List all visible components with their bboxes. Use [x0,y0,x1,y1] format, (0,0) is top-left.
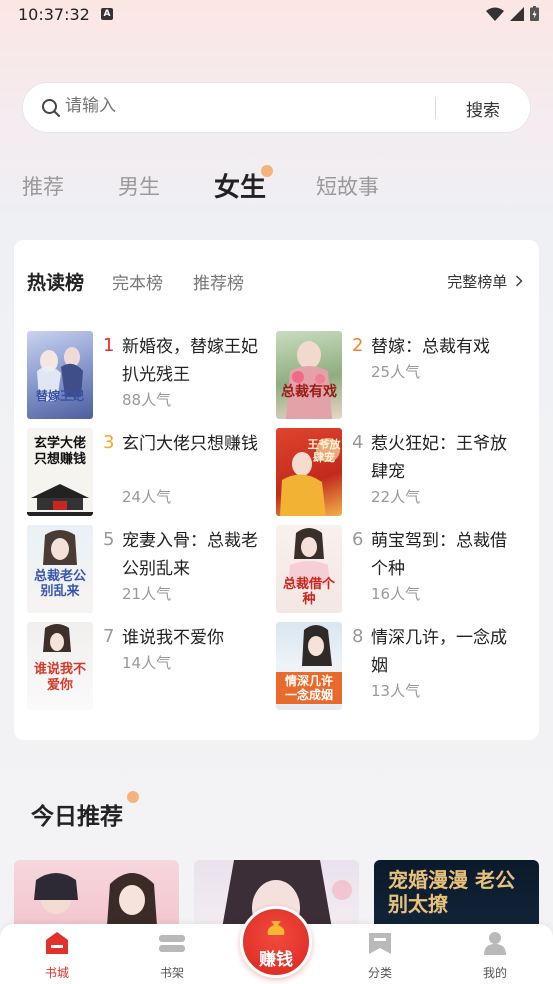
book-cover: 情深几许一念成姻 [276,622,342,710]
book-title: 惹火狂妃：王爷放肆宠 [371,434,507,482]
book-cover: 谁说我不爱你 [27,622,93,710]
cover-title: 替嫁王妃 [35,389,84,403]
book-title: 新婚夜，替嫁王妃扒光残王 [122,337,258,385]
book-item-1[interactable]: 替嫁王妃 1 新婚夜，替嫁王妃扒光残王 88人气 [27,331,272,421]
rank-number: 8 [352,626,364,647]
search-divider [435,97,436,119]
book-popularity: 88人气 [122,391,172,409]
rank-tab-recommended[interactable]: 推荐榜 [193,269,244,294]
book-title: 情深几许，一念成姻 [371,628,507,676]
status-bar: 10:37:32 A [0,0,553,30]
tab-female[interactable]: 女生 [214,167,266,204]
rank-tab-completed[interactable]: 完本榜 [112,269,163,294]
book-popularity: 25人气 [371,363,421,381]
status-time: 10:37:32 [18,5,90,24]
book-popularity: 13人气 [371,682,421,700]
today-title-dot [127,791,139,803]
book-title: 萌宝驾到：总裁借个种 [371,531,507,579]
today-section-title: 今日推荐 [31,804,123,830]
ranking-card: 热读榜 完本榜 推荐榜 完整榜单 替嫁王妃 1 新婚夜，替嫁王妃扒光残王 88人… [14,240,539,740]
cover-title: 玄学大佬只想赚钱 [33,436,86,467]
book-title: 宠妻入骨：总裁老公别乱来 [122,531,258,579]
category-icon [369,933,391,954]
nav-label: 我的 [482,966,507,980]
nav-category[interactable]: 分类 [350,930,410,981]
rank-number: 1 [103,335,115,356]
nav-profile[interactable]: 我的 [465,930,525,981]
search-button[interactable]: 搜索 [453,96,513,121]
nav-bookstore[interactable]: 书城 [27,930,87,981]
cover-title: 宠婚漫漫 老公别太撩 [388,868,515,916]
rank-number: 2 [352,335,364,356]
money-bag-icon [267,921,285,935]
notification-icon: A [101,8,113,20]
earn-label: 赚钱 [259,950,293,970]
book-cover: 总裁有戏 [276,331,342,419]
book-popularity: 21人气 [122,585,172,603]
nav-label: 书城 [44,966,69,980]
book-item-8[interactable]: 情深几许一念成姻 8 情深几许，一念成姻 13人气 [276,622,521,712]
chevron-right-icon [515,275,523,287]
book-cover: 总裁借个种 [276,525,342,613]
book-cover: 替嫁王妃 [27,331,93,419]
book-item-5[interactable]: 总裁老公别乱来 5 宠妻入骨：总裁老公别乱来 21人气 [27,525,272,615]
profile-icon [484,932,506,955]
category-tabs: 推荐 男生 女生 短故事 [0,165,553,205]
nav-label: 书架 [159,966,184,980]
cover-title: 总裁老公别乱来 [33,569,86,599]
full-list-label: 完整榜单 [447,273,508,291]
nav-bookshelf[interactable]: 书架 [142,930,202,981]
earn-money-button[interactable]: 赚钱 [240,906,312,978]
book-item-7[interactable]: 谁说我不爱你 7 谁说我不爱你 14人气 [27,622,272,712]
book-popularity: 16人气 [371,585,421,603]
cover-title: 总裁借个种 [282,577,335,607]
cover-title: 情深几许一念成姻 [276,672,342,704]
rank-number: 6 [352,529,364,550]
cover-title: 谁说我不爱你 [33,662,86,693]
battery-icon [530,6,539,21]
book-title: 玄门大佬只想赚钱 [122,434,258,454]
book-item-3[interactable]: 玄学大佬只想赚钱 3 玄门大佬只想赚钱 24人气 [27,428,272,518]
tab-active-dot [261,165,273,177]
nav-label: 分类 [367,966,392,980]
book-cover: 王爷放肆宠 [276,428,342,516]
tab-short-story[interactable]: 短故事 [316,171,379,201]
search-icon [42,99,60,117]
signal-icon [510,6,524,21]
book-item-6[interactable]: 总裁借个种 6 萌宝驾到：总裁借个种 16人气 [276,525,521,615]
book-popularity: 22人气 [371,488,421,506]
cover-title: 王爷放肆宠 [307,438,341,464]
rank-tab-hot[interactable]: 热读榜 [27,268,84,295]
full-list-link[interactable]: 完整榜单 [447,271,523,292]
rank-number: 5 [103,529,115,550]
rank-number: 4 [352,432,364,453]
cover-title: 总裁有戏 [281,384,337,400]
wifi-icon [486,7,504,21]
rank-number: 7 [103,626,115,647]
book-item-4[interactable]: 王爷放肆宠 4 惹火狂妃：王爷放肆宠 22人气 [276,428,521,518]
book-title: 谁说我不爱你 [122,628,224,648]
search-bar: 搜索 [22,82,531,133]
book-popularity: 14人气 [122,654,172,672]
bookstore-icon [46,932,68,954]
book-cover: 总裁老公别乱来 [27,525,93,613]
bookshelf-icon [159,935,185,952]
book-cover: 玄学大佬只想赚钱 [27,428,93,516]
book-item-2[interactable]: 总裁有戏 2 替嫁：总裁有戏 25人气 [276,331,521,421]
book-title: 替嫁：总裁有戏 [371,337,490,357]
status-icons [486,6,539,21]
tab-male[interactable]: 男生 [118,171,160,201]
tab-recommend[interactable]: 推荐 [22,171,64,201]
search-input[interactable] [65,96,425,116]
book-popularity: 24人气 [122,488,172,506]
rank-number: 3 [103,432,115,453]
